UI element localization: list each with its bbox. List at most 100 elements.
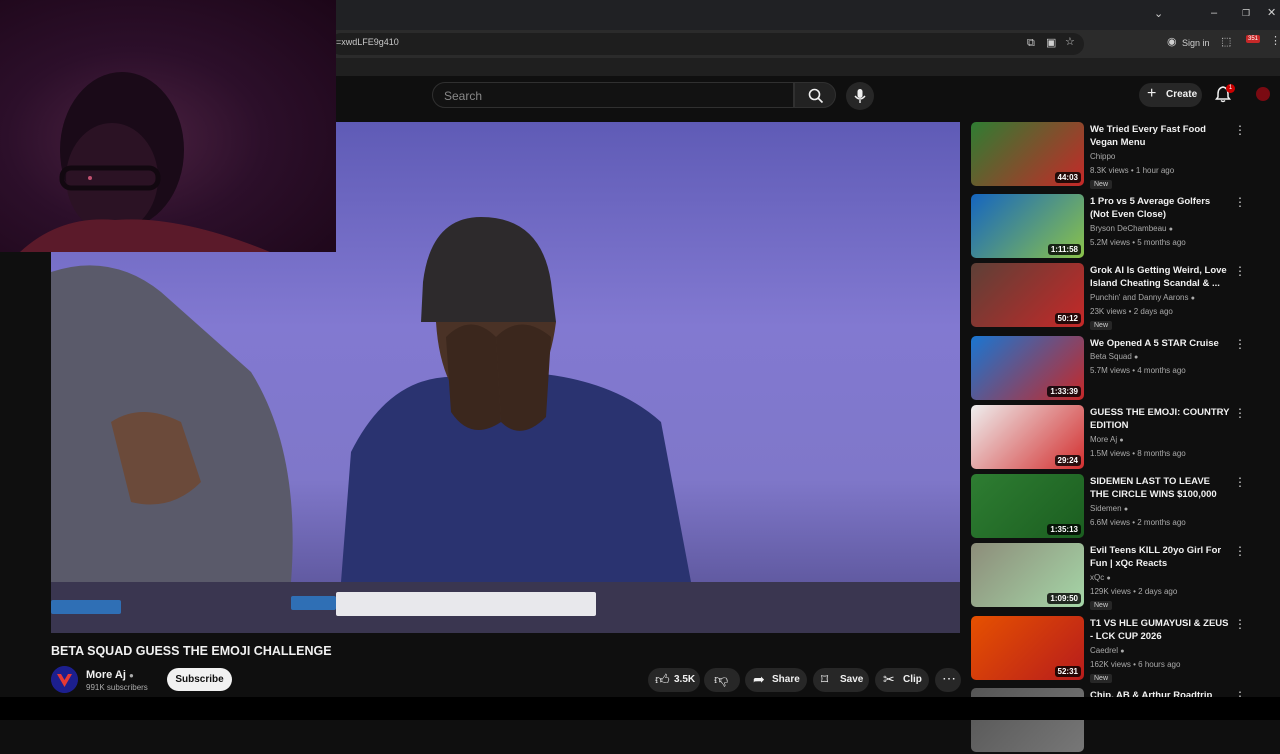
recommendation-title[interactable]: Evil Teens KILL 20yo Girl For Fun | xQc …: [1090, 544, 1230, 570]
account-avatar[interactable]: [1256, 87, 1270, 101]
recommendation-channel[interactable]: Bryson DeChambeau ●: [1090, 224, 1173, 233]
recommendation-item[interactable]: 1:11:58 1 Pro vs 5 Average Golfers (Not E…: [971, 194, 1246, 260]
recommendation-title[interactable]: Grok AI Is Getting Weird, Love Island Ch…: [1090, 264, 1230, 290]
sign-in-link[interactable]: Sign in: [1182, 39, 1210, 48]
thumbs-up-icon: 👍︎: [655, 671, 670, 687]
scissors-icon: ✂: [883, 671, 895, 687]
video-thumbnail[interactable]: 1:33:39: [971, 336, 1084, 400]
duration-badge: 1:33:39: [1047, 386, 1081, 397]
recommendation-item[interactable]: 29:24 GUESS THE EMOJI: COUNTRY EDITION Mor…: [971, 405, 1246, 471]
recommendation-item[interactable]: 1:35:13 SIDEMEN LAST TO LEAVE THE CIRCLE …: [971, 474, 1246, 540]
video-title: BETA SQUAD GUESS THE EMOJI CHALLENGE: [51, 644, 332, 658]
more-vertical-icon[interactable]: ⋮: [1234, 123, 1246, 137]
recommendation-channel-name: More Aj: [1090, 435, 1118, 444]
channel-name-text: More Aj: [86, 669, 126, 681]
recommendation-title[interactable]: We Opened A 5 STAR Cruise: [1090, 337, 1230, 350]
recommendation-item[interactable]: 44:03 We Tried Every Fast Food Vegan Menu…: [971, 122, 1246, 189]
extension-badge-icon[interactable]: 351: [1246, 35, 1261, 43]
new-badge: New: [1090, 601, 1113, 610]
share-button[interactable]: ➦ Share: [745, 668, 807, 692]
save-button[interactable]: ⌑ Save: [813, 668, 869, 692]
search-input[interactable]: Search: [432, 82, 794, 108]
video-thumbnail[interactable]: 52:31: [971, 616, 1084, 680]
recommendation-channel[interactable]: More Aj ●: [1090, 435, 1124, 444]
profile-icon[interactable]: ◉: [1167, 37, 1177, 48]
like-button[interactable]: 👍︎ 3.5K: [648, 668, 700, 692]
duration-badge: 1:35:13: [1047, 524, 1081, 535]
channel-name[interactable]: More Aj ●: [86, 669, 134, 681]
video-thumbnail[interactable]: 1:35:13: [971, 474, 1084, 538]
menu-icon[interactable]: ⋮: [1270, 36, 1280, 47]
subscribe-button[interactable]: Subscribe: [167, 668, 232, 691]
bookmark-star-icon[interactable]: ☆: [1065, 37, 1075, 48]
restore-icon[interactable]: ❐: [1242, 9, 1250, 18]
plus-icon: +: [1147, 85, 1157, 102]
more-vertical-icon[interactable]: ⋮: [1234, 617, 1246, 631]
recommendation-title[interactable]: GUESS THE EMOJI: COUNTRY EDITION: [1090, 406, 1230, 432]
recommendation-meta: 129K views • 2 days ago: [1090, 587, 1178, 596]
channel-avatar[interactable]: [51, 666, 78, 693]
recommendation-channel-name: Beta Squad: [1090, 352, 1132, 361]
duration-badge: 1:09:50: [1047, 593, 1081, 604]
more-vertical-icon[interactable]: ⋮: [1234, 544, 1246, 558]
duration-badge: 52:31: [1054, 666, 1081, 677]
install-app-icon[interactable]: ⧉: [1027, 38, 1035, 49]
create-button[interactable]: + Create: [1139, 83, 1202, 107]
duration-badge: 29:24: [1054, 455, 1081, 466]
new-badge: New: [1090, 674, 1113, 683]
more-vertical-icon[interactable]: ⋮: [1234, 406, 1246, 420]
close-icon[interactable]: ✕: [1267, 8, 1276, 19]
search-icon: [808, 88, 824, 104]
share-label: Share: [772, 674, 800, 685]
verified-icon: ●: [1123, 506, 1129, 513]
recommendation-item[interactable]: 50:12 Grok AI Is Getting Weird, Love Isla…: [971, 263, 1246, 330]
more-actions-button[interactable]: ⋯: [935, 668, 961, 692]
more-vertical-icon[interactable]: ⋮: [1234, 475, 1246, 489]
recommendation-channel-name: Bryson DeChambeau: [1090, 224, 1167, 233]
dislike-button[interactable]: 👎︎: [704, 668, 740, 692]
recommendation-meta: 6.6M views • 2 months ago: [1090, 518, 1186, 527]
recommendation-item[interactable]: 52:31 T1 VS HLE GUMAYUSI & ZEUS - LCK CUP…: [971, 616, 1246, 683]
search-placeholder: Search: [444, 89, 483, 103]
chevron-down-icon[interactable]: ⌄: [1154, 9, 1163, 20]
extensions-icon[interactable]: ⬚: [1221, 37, 1231, 48]
recommendation-channel[interactable]: Sidemen ●: [1090, 504, 1128, 513]
video-thumbnail[interactable]: 1:09:50: [971, 543, 1084, 607]
media-icon[interactable]: ▣: [1046, 38, 1056, 49]
video-thumbnail[interactable]: 29:24: [971, 405, 1084, 469]
video-thumbnail[interactable]: 50:12: [971, 263, 1084, 327]
recommendation-title[interactable]: SIDEMEN LAST TO LEAVE THE CIRCLE WINS $1…: [1090, 475, 1230, 501]
video-thumbnail[interactable]: 1:11:58: [971, 194, 1084, 258]
search-button[interactable]: [794, 82, 836, 108]
clip-button[interactable]: ✂ Clip: [875, 668, 929, 692]
create-label: Create: [1166, 89, 1198, 100]
bookmark-icon: ⌑: [821, 671, 829, 687]
recommendation-meta: 8.3K views • 1 hour ago: [1090, 166, 1175, 175]
url-field[interactable]: =xwdLFE9g410: [330, 33, 1084, 55]
more-vertical-icon[interactable]: ⋮: [1234, 337, 1246, 351]
share-icon: ➦: [753, 671, 765, 687]
recommendation-channel[interactable]: Beta Squad ●: [1090, 352, 1138, 361]
recommendation-channel[interactable]: xQc ●: [1090, 573, 1111, 582]
more-vertical-icon[interactable]: ⋮: [1234, 264, 1246, 278]
verified-icon: ●: [1106, 575, 1111, 582]
recommendation-item[interactable]: 1:09:50 Evil Teens KILL 20yo Girl For Fun…: [971, 543, 1246, 610]
notification-count-badge: 1: [1226, 84, 1235, 93]
recommendation-title[interactable]: T1 VS HLE GUMAYUSI & ZEUS - LCK CUP 2026: [1090, 617, 1230, 643]
like-count: 3.5K: [674, 674, 696, 685]
recommendation-channel[interactable]: Punchin' and Danny Aarons ●: [1090, 293, 1195, 302]
recommendation-channel-name: Punchin' and Danny Aarons: [1090, 293, 1189, 302]
voice-search-button[interactable]: [846, 82, 874, 110]
webcam-overlay: [0, 0, 336, 252]
streamer-webcam-image: [20, 72, 270, 252]
more-vertical-icon[interactable]: ⋮: [1234, 195, 1246, 209]
recommendation-title[interactable]: 1 Pro vs 5 Average Golfers (Not Even Clo…: [1090, 195, 1230, 221]
video-thumbnail[interactable]: 44:03: [971, 122, 1084, 186]
recommendation-meta: 23K views • 2 days ago: [1090, 307, 1173, 316]
verified-icon: ●: [1120, 648, 1125, 655]
recommendation-title[interactable]: We Tried Every Fast Food Vegan Menu: [1090, 123, 1230, 149]
recommendation-item[interactable]: 1:33:39 We Opened A 5 STAR Cruise Beta Squ…: [971, 336, 1246, 402]
recommendation-channel[interactable]: Chippo: [1090, 152, 1115, 161]
minimize-icon[interactable]: –: [1211, 8, 1217, 19]
recommendation-channel[interactable]: Caedrel ●: [1090, 646, 1124, 655]
